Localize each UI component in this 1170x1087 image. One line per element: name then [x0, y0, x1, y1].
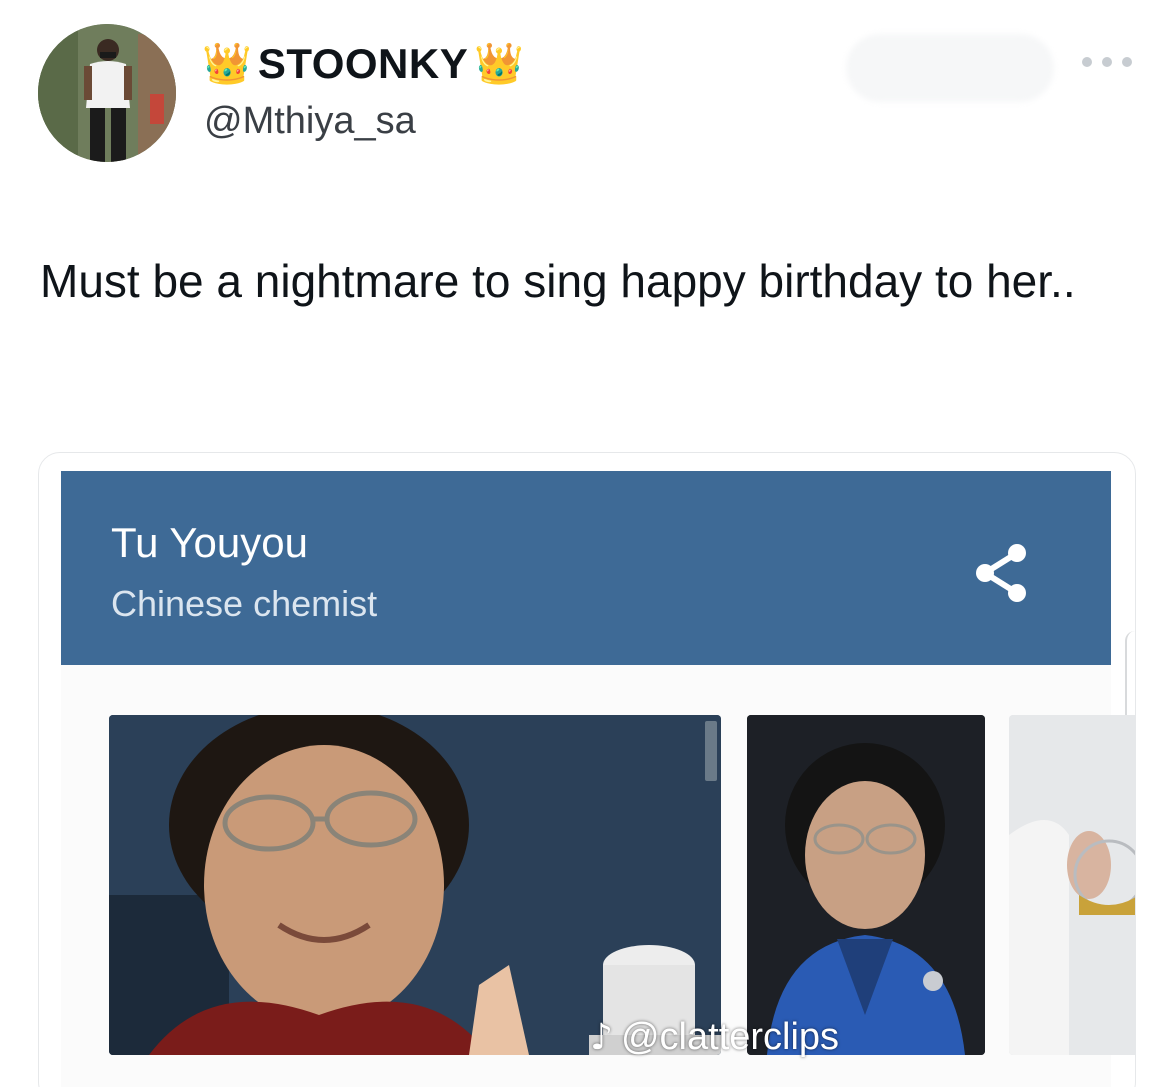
author-handle[interactable]: @Mthiya_sa	[204, 100, 416, 143]
tiktok-icon: ♪	[590, 1017, 613, 1058]
portrait-smiling[interactable]	[109, 715, 721, 1055]
more-dot	[1082, 57, 1092, 67]
source-tag	[705, 721, 717, 781]
more-dot	[1122, 57, 1132, 67]
card-title: Tu Youyou	[111, 519, 308, 566]
author-display-name[interactable]: STOONKY	[258, 40, 468, 88]
more-horizontal-icon[interactable]	[1082, 50, 1132, 74]
follow-button[interactable]	[846, 34, 1054, 102]
avatar-photo	[38, 24, 176, 162]
more-dot	[1102, 57, 1112, 67]
portrait-blue-jacket-image	[747, 715, 985, 1055]
lab-photo-image	[1009, 715, 1135, 1055]
tweet-text: Must be a nightmare to sing happy birthd…	[40, 255, 1076, 307]
portrait-smiling-image	[109, 715, 721, 1055]
tweet-media[interactable]: Tu Youyou Chinese chemist	[38, 452, 1136, 1087]
watermark: ♪ @clatterclips	[590, 1016, 839, 1059]
share-icon[interactable]	[973, 541, 1029, 605]
author-name-row[interactable]: 👑 STOONKY 👑	[202, 40, 524, 88]
watermark-text: @clatterclips	[620, 1016, 840, 1058]
tweet-screenshot: 👑 STOONKY 👑 @Mthiya_sa Must be a nightma…	[0, 0, 1170, 1087]
knowledge-card-header: Tu Youyou Chinese chemist	[61, 471, 1111, 665]
portrait-blue-jacket[interactable]	[747, 715, 985, 1055]
card-subtitle: Chinese chemist	[111, 583, 378, 624]
lab-photo-partial[interactable]	[1009, 715, 1135, 1055]
crown-icon: 👑	[202, 41, 252, 87]
author-avatar[interactable]	[38, 24, 176, 162]
crown-icon: 👑	[474, 41, 525, 87]
